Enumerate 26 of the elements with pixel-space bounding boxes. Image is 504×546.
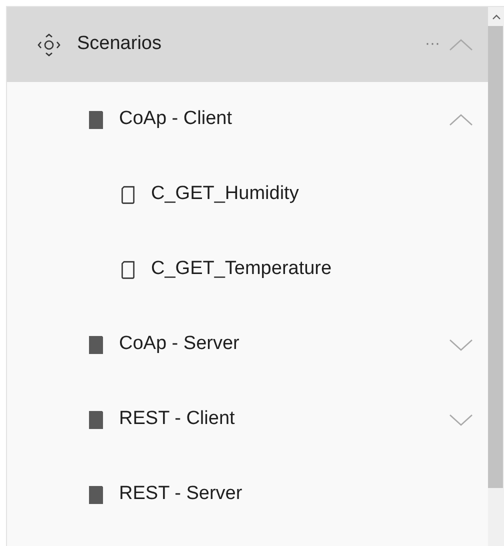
tree-item[interactable]: C_GET_Temperature — [7, 232, 488, 307]
tree-item[interactable]: REST - Client — [7, 382, 488, 457]
item-label: CoAp - Server — [119, 332, 240, 356]
scrollbar-thumb[interactable] — [488, 26, 503, 488]
tree-item[interactable]: CoAp - Server — [7, 307, 488, 382]
document-icon — [121, 260, 135, 278]
tree-item[interactable]: C_GET_Humidity — [7, 157, 488, 232]
scenarios-icon — [37, 32, 61, 56]
folder-icon — [89, 336, 103, 354]
item-label: C_GET_Humidity — [151, 182, 300, 206]
tree-item[interactable]: REST - Server — [7, 457, 488, 532]
item-label: REST - Server — [119, 482, 244, 506]
document-icon — [121, 186, 135, 204]
expand-chevron-icon[interactable] — [448, 336, 474, 352]
item-label: C_GET_Temperature — [151, 257, 333, 282]
folder-icon — [89, 410, 103, 428]
collapse-chevron-icon[interactable] — [448, 36, 474, 52]
collapse-chevron-icon[interactable] — [448, 112, 474, 128]
expand-chevron-icon[interactable] — [448, 412, 474, 428]
item-label: CoAp - Client — [119, 107, 233, 132]
item-label: REST - Client — [119, 407, 236, 432]
folder-icon — [89, 486, 103, 504]
tree-item[interactable]: CoAp - Client — [7, 82, 488, 157]
folder-icon — [89, 110, 103, 128]
chevron-up-icon — [492, 14, 500, 20]
section-title: Scenarios — [77, 32, 162, 56]
